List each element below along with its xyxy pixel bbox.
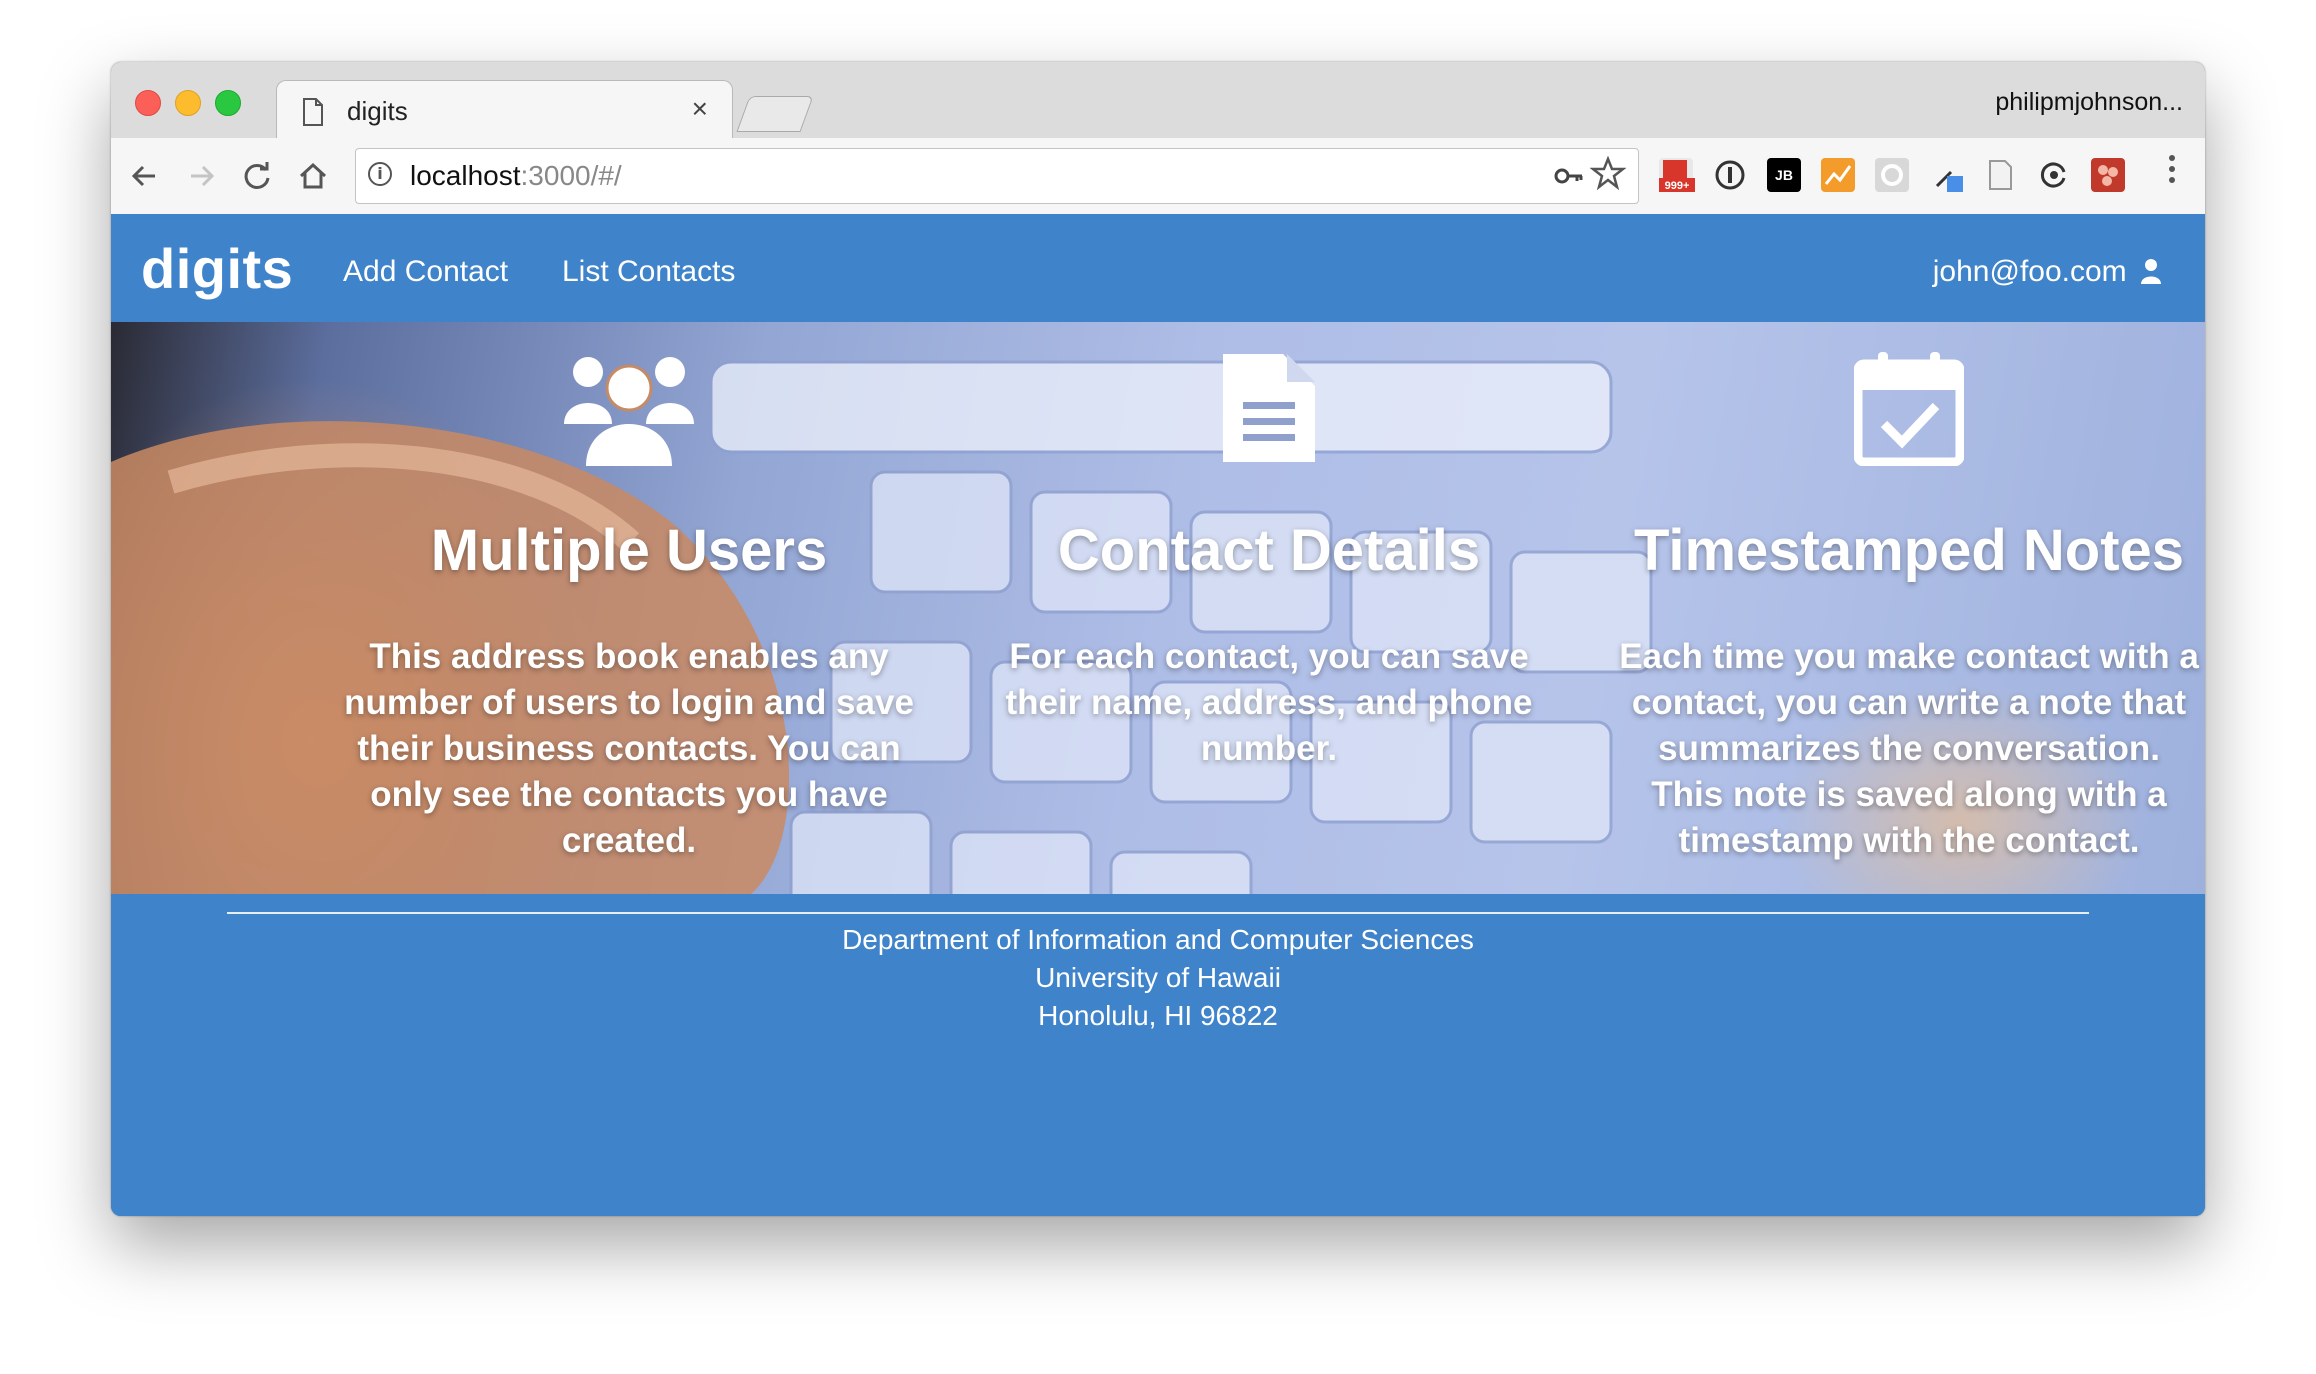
- url-text[interactable]: localhost:3000/#/: [410, 160, 622, 192]
- nav-add-contact[interactable]: Add Contact: [343, 255, 508, 289]
- minimize-window-button[interactable]: [175, 90, 201, 116]
- calendar-check-icon: [1854, 352, 1964, 466]
- key-icon[interactable]: [1552, 159, 1586, 193]
- feature-title: Timestamped Notes: [1633, 518, 2185, 583]
- sync-extension-icon[interactable]: [2037, 158, 2071, 192]
- address-bar[interactable]: i localhost:3000/#/: [355, 148, 1639, 204]
- forward-arrow-icon[interactable]: [181, 156, 221, 196]
- info-icon[interactable]: i: [368, 162, 392, 186]
- maximize-window-button[interactable]: [215, 90, 241, 116]
- onepassword-extension-icon[interactable]: [1713, 158, 1747, 192]
- bookmark-star-icon[interactable]: [1590, 155, 1626, 191]
- browser-toolbar: i localhost:3000/#/ 999+ JB: [111, 138, 2205, 215]
- hero-section: Multiple Users This address book enables…: [111, 322, 2205, 894]
- feature-description: Each time you make contact with a contac…: [1619, 637, 2199, 860]
- footer-address: Honolulu, HI 96822: [1038, 1000, 1278, 1031]
- app-navbar: digits Add Contact List Contacts john@fo…: [111, 214, 2205, 322]
- nav-list-contacts[interactable]: List Contacts: [562, 255, 735, 289]
- new-tab-button[interactable]: [736, 96, 814, 132]
- feature-description: For each contact, you can save their nam…: [1005, 637, 1533, 768]
- jetbrains-extension-icon[interactable]: JB: [1767, 158, 1801, 192]
- feature-title: Multiple Users: [430, 518, 828, 583]
- file-text-icon: [1223, 354, 1315, 462]
- footer-department: Department of Information and Computer S…: [842, 924, 1474, 955]
- footer-university: University of Hawaii: [1035, 962, 1281, 993]
- user-email: john@foo.com: [1932, 255, 2127, 288]
- home-icon[interactable]: [293, 156, 333, 196]
- users-icon: [564, 357, 694, 466]
- footer-divider: [227, 912, 2089, 914]
- browser-window: digits × philipmjohnson... i localhost:3…: [111, 62, 2205, 1216]
- brand-logo[interactable]: digits: [141, 236, 293, 301]
- user-menu[interactable]: john@foo.com: [1933, 255, 2161, 289]
- tab-close-icon[interactable]: ×: [692, 93, 708, 125]
- page-content: digits Add Contact List Contacts john@fo…: [111, 214, 2205, 1216]
- reload-icon[interactable]: [237, 156, 277, 196]
- feature-description: This address book enables any number of …: [344, 637, 914, 860]
- cluster-extension-icon[interactable]: [2091, 158, 2125, 192]
- back-arrow-icon[interactable]: [125, 156, 165, 196]
- svg-text:999+: 999+: [1665, 180, 1690, 192]
- browser-menu-icon[interactable]: [2167, 152, 2177, 195]
- close-window-button[interactable]: [135, 90, 161, 116]
- page-icon: [303, 98, 323, 126]
- browser-tab[interactable]: digits ×: [276, 80, 733, 141]
- document-extension-icon[interactable]: [1983, 158, 2017, 192]
- page-footer: Department of Information and Computer S…: [111, 894, 2205, 1216]
- tab-title: digits: [347, 96, 408, 126]
- user-icon: [2141, 259, 2161, 284]
- gear-extension-icon[interactable]: [1875, 158, 1909, 192]
- tab-strip: digits × philipmjohnson...: [111, 62, 2205, 141]
- feature-title: Contact Details: [1057, 518, 1481, 583]
- pdf-extension-icon[interactable]: 999+: [1659, 158, 1695, 192]
- eyedropper-extension-icon[interactable]: [1929, 158, 1963, 192]
- profile-name[interactable]: philipmjohnson...: [1995, 88, 2183, 117]
- analytics-extension-icon[interactable]: [1821, 158, 1855, 192]
